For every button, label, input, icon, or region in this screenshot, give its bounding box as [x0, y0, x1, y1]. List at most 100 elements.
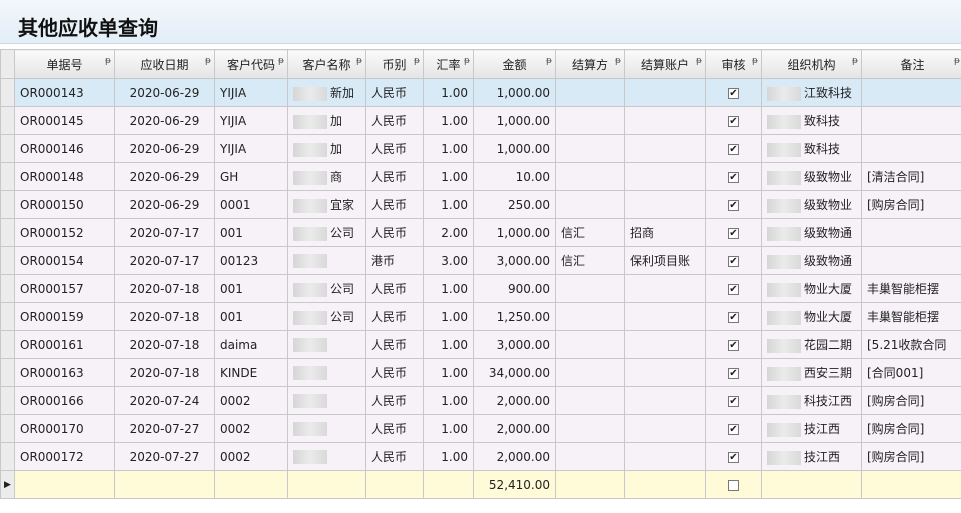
cell-rate[interactable]: 1.00: [423, 106, 474, 135]
cell-note[interactable]: [861, 134, 961, 163]
cell-no[interactable]: OR000163: [14, 358, 115, 387]
cell-note[interactable]: [购房合同]: [861, 442, 961, 471]
cell-settle[interactable]: [555, 190, 625, 219]
pin-icon[interactable]: ᵽ: [205, 56, 211, 66]
cell-code[interactable]: KINDE: [214, 358, 288, 387]
cell-date[interactable]: 2020-07-18: [114, 274, 215, 303]
cell-code[interactable]: 001: [214, 274, 288, 303]
audit-checkbox[interactable]: ✔: [728, 255, 739, 267]
row-indicator[interactable]: [0, 414, 15, 443]
column-header-8[interactable]: 结算账户 ᵽ: [624, 49, 706, 79]
cell-rate[interactable]: 2.00: [423, 218, 474, 247]
cell-date[interactable]: 2020-07-18: [114, 330, 215, 359]
cell-code[interactable]: 0001: [214, 190, 288, 219]
cell-cur[interactable]: 人民币: [365, 358, 424, 387]
cell-date[interactable]: 2020-07-27: [114, 442, 215, 471]
cell-settle[interactable]: [555, 330, 625, 359]
cell-code[interactable]: 0002: [214, 442, 288, 471]
row-indicator[interactable]: [0, 134, 15, 163]
cell-settle[interactable]: [555, 442, 625, 471]
cell-acct[interactable]: [624, 274, 706, 303]
cell-no[interactable]: OR000172: [14, 442, 115, 471]
pin-icon[interactable]: ᵽ: [546, 56, 552, 66]
cell-amt[interactable]: 1,250.00: [473, 302, 556, 331]
cell-settle[interactable]: [555, 106, 625, 135]
column-header-7[interactable]: 结算方 ᵽ: [555, 49, 625, 79]
cell-name[interactable]: [287, 414, 366, 443]
pin-icon[interactable]: ᵽ: [954, 56, 960, 66]
cell-org[interactable]: 级致物业: [761, 162, 862, 191]
cell-amt[interactable]: 2,000.00: [473, 442, 556, 471]
cell-settle[interactable]: [555, 162, 625, 191]
cell-settle[interactable]: [555, 358, 625, 387]
cell-audit[interactable]: ✔: [705, 78, 762, 107]
table-row[interactable]: OR000143 2020-06-29 YIJIA 新加 人民币 1.00 1,000.00…: [0, 78, 961, 107]
cell-acct[interactable]: [624, 330, 706, 359]
table-row[interactable]: OR000163 2020-07-18 KINDE 人民币 1.00 34,000.00 ✔…: [0, 358, 961, 387]
row-indicator[interactable]: [0, 274, 15, 303]
cell-no[interactable]: OR000170: [14, 414, 115, 443]
cell-no[interactable]: OR000152: [14, 218, 115, 247]
cell-cur[interactable]: 人民币: [365, 302, 424, 331]
column-header-6[interactable]: 金额 ᵽ: [473, 49, 556, 79]
total-cell-no[interactable]: [14, 470, 115, 499]
cell-org[interactable]: 科技江西: [761, 386, 862, 415]
audit-checkbox[interactable]: ✔: [728, 115, 739, 127]
row-indicator[interactable]: [0, 302, 15, 331]
cell-code[interactable]: YIJIA: [214, 134, 288, 163]
cell-name[interactable]: 商: [287, 162, 366, 191]
cell-rate[interactable]: 1.00: [423, 134, 474, 163]
cell-amt[interactable]: 250.00: [473, 190, 556, 219]
cell-org[interactable]: 技江西: [761, 414, 862, 443]
cell-rate[interactable]: 1.00: [423, 274, 474, 303]
audit-checkbox[interactable]: ✔: [728, 395, 739, 407]
table-row[interactable]: OR000172 2020-07-27 0002 人民币 1.00 2,000.00 ✔ 技江…: [0, 442, 961, 471]
column-header-1[interactable]: 应收日期 ᵽ: [114, 49, 215, 79]
pin-icon[interactable]: ᵽ: [852, 56, 858, 66]
cell-date[interactable]: 2020-06-29: [114, 134, 215, 163]
cell-settle[interactable]: [555, 386, 625, 415]
cell-audit[interactable]: ✔: [705, 246, 762, 275]
cell-note[interactable]: [购房合同]: [861, 190, 961, 219]
cell-org[interactable]: 致科技: [761, 134, 862, 163]
cell-amt[interactable]: 900.00: [473, 274, 556, 303]
cell-amt[interactable]: 1,000.00: [473, 106, 556, 135]
cell-name[interactable]: 宜家: [287, 190, 366, 219]
cell-acct[interactable]: 保利项目账: [624, 246, 706, 275]
audit-checkbox-empty[interactable]: [728, 479, 739, 491]
row-indicator[interactable]: [0, 386, 15, 415]
cell-name[interactable]: [287, 358, 366, 387]
cell-rate[interactable]: 1.00: [423, 162, 474, 191]
cell-audit[interactable]: ✔: [705, 218, 762, 247]
table-row[interactable]: OR000145 2020-06-29 YIJIA 加 人民币 1.00 1,000.00 ✔…: [0, 106, 961, 135]
column-header-0[interactable]: 单据号 ᵽ: [14, 49, 115, 79]
cell-settle[interactable]: [555, 134, 625, 163]
cell-name[interactable]: [287, 442, 366, 471]
row-indicator[interactable]: [0, 106, 15, 135]
audit-checkbox[interactable]: ✔: [728, 311, 739, 323]
row-indicator[interactable]: [0, 218, 15, 247]
cell-code[interactable]: 0002: [214, 386, 288, 415]
table-row[interactable]: OR000152 2020-07-17 001 公司 人民币 2.00 1,000.00 信汇…: [0, 218, 961, 247]
row-indicator[interactable]: [0, 330, 15, 359]
total-cell-name[interactable]: [287, 470, 366, 499]
cell-no[interactable]: OR000154: [14, 246, 115, 275]
column-header-3[interactable]: 客户名称 ᵽ: [287, 49, 366, 79]
cell-date[interactable]: 2020-06-29: [114, 162, 215, 191]
cell-acct[interactable]: [624, 78, 706, 107]
cell-org[interactable]: 技江西: [761, 442, 862, 471]
cell-audit[interactable]: ✔: [705, 414, 762, 443]
cell-date[interactable]: 2020-06-29: [114, 78, 215, 107]
pin-icon[interactable]: ᵽ: [414, 56, 420, 66]
cell-name[interactable]: [287, 246, 366, 275]
cell-code[interactable]: YIJIA: [214, 78, 288, 107]
cell-rate[interactable]: 1.00: [423, 442, 474, 471]
cell-rate[interactable]: 3.00: [423, 246, 474, 275]
cell-date[interactable]: 2020-07-27: [114, 414, 215, 443]
pin-icon[interactable]: ᵽ: [464, 56, 470, 66]
pin-icon[interactable]: ᵽ: [105, 56, 111, 66]
total-cell-rate[interactable]: [423, 470, 474, 499]
cell-code[interactable]: 0002: [214, 414, 288, 443]
cell-note[interactable]: [861, 106, 961, 135]
cell-amt[interactable]: 34,000.00: [473, 358, 556, 387]
